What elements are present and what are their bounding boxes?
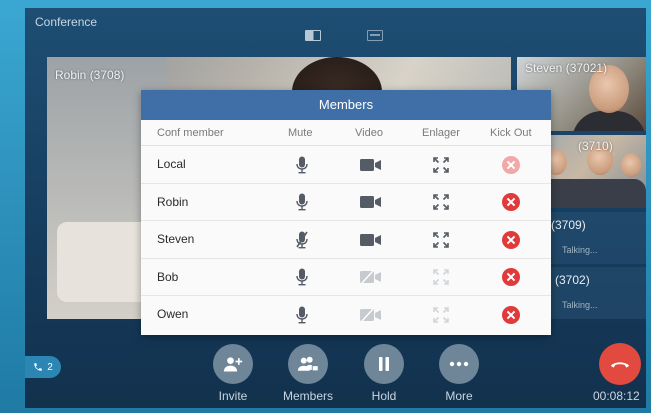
members-icon [297,356,319,372]
video-off-icon [353,259,389,296]
phone-icon [34,363,42,371]
active-calls-count: 2 [47,361,53,373]
members-table-body: Local Robin Steven Bob Owen [141,146,551,334]
enlarge-icon[interactable] [423,184,459,221]
close-icon [502,230,520,249]
member-row: Steven [141,221,551,259]
participant-body [572,111,646,131]
layout-mode-2-icon[interactable] [367,30,383,41]
side-video-label: Steven (37021) [525,61,608,75]
enlarge-icon[interactable] [423,221,459,258]
mic-icon[interactable] [284,184,320,221]
participant-card-name: n (3702) [545,273,590,287]
more-label: More [445,389,473,403]
more-dots-icon [449,361,469,367]
end-call-button[interactable] [599,343,641,385]
member-name: Steven [157,232,195,246]
call-timer: 00:08:12 [593,389,640,403]
enlarge-icon [423,296,459,333]
hold-button[interactable] [364,344,404,384]
enlarge-icon [423,259,459,296]
column-header-member: Conf member [157,127,224,139]
more-button[interactable] [439,344,479,384]
member-row: Local [141,146,551,184]
kick-out-button[interactable] [493,259,529,296]
participant-face [621,153,641,177]
member-name: Owen [157,307,189,321]
active-calls-badge[interactable]: 2 [25,356,61,378]
participant-card-status: Talking... [562,300,598,310]
layout-mode-1-icon[interactable] [305,30,321,41]
kick-out-button [493,146,529,183]
mic-icon[interactable] [284,296,320,333]
kick-out-button[interactable] [493,184,529,221]
column-header-kick-out: Kick Out [490,127,532,139]
add-user-icon [223,357,243,372]
close-icon [502,193,520,211]
mic-muted-icon[interactable] [284,221,320,258]
column-header-enlarge: Enlager [422,127,460,139]
participant-card-status: Talking... [562,245,598,255]
video-camera-icon[interactable] [353,146,389,183]
member-name: Bob [157,269,179,284]
close-icon [502,268,520,286]
side-video-label: (3710) [578,139,613,153]
members-button[interactable] [288,344,328,384]
members-dialog: Members Conf member Mute Video Enlager K… [141,90,551,335]
member-row: Robin [141,184,551,221]
video-off-icon [353,296,389,333]
conference-screen: Conference Robin (3708) Steven (37021) (… [25,8,646,408]
members-label: Members [282,389,333,403]
mic-icon[interactable] [284,146,320,183]
hold-label: Hold [371,389,397,403]
members-table-header: Conf member Mute Video Enlager Kick Out [141,120,551,146]
close-icon [502,305,520,324]
kick-out-button[interactable] [493,296,529,333]
video-camera-icon[interactable] [353,184,389,221]
enlarge-icon[interactable] [423,146,459,183]
pause-icon [379,357,389,371]
video-camera-icon[interactable] [353,221,389,258]
members-dialog-title: Members [141,90,551,120]
close-icon [502,155,520,174]
invite-label: Invite [218,389,248,403]
member-name: Robin [157,194,189,209]
kick-out-button[interactable] [493,221,529,258]
hang-up-icon [610,362,630,368]
invite-button[interactable] [213,344,253,384]
member-row: Bob [141,259,551,296]
app-title: Conference [35,15,98,29]
member-name: Local [157,157,186,171]
mic-icon[interactable] [284,259,320,296]
column-header-video: Video [355,127,383,139]
column-header-mute: Mute [288,127,313,139]
member-row: Owen [141,296,551,334]
participant-card-name: (3709) [551,218,586,232]
main-video-label: Robin (3708) [55,68,125,82]
